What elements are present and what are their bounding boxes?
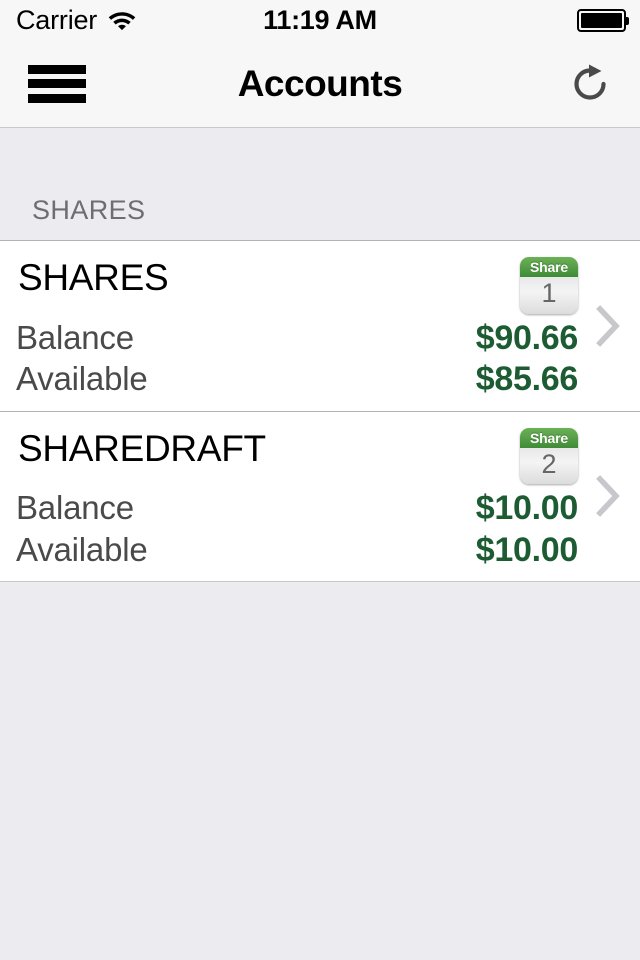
table-row[interactable]: SHARES Share 1 Balance $90.66 Available …: [0, 241, 640, 411]
page-title: Accounts: [237, 63, 403, 104]
status-bar-time: 11:19 AM: [263, 4, 377, 35]
balance-amount: $10.00: [475, 489, 579, 528]
account-header: SHAREDRAFT Share 2: [16, 426, 578, 485]
account-list: SHARES Share 1 Balance $90.66 Available …: [0, 241, 640, 583]
account-header: SHARES Share 1: [16, 255, 578, 314]
account-type-badge: Share 1: [520, 257, 578, 314]
chevron-right-icon[interactable]: [596, 475, 622, 518]
section-header-shares: SHARES: [0, 128, 640, 241]
battery-full-icon: [577, 8, 629, 32]
badge-number-label: 1: [520, 277, 578, 314]
menu-line-middle: [28, 79, 86, 88]
accounts-screen: Carrier 11:19 AM Accounts SHARES SHARES …: [0, 0, 640, 960]
available-label: Available: [16, 360, 148, 398]
badge-type-label: Share: [520, 257, 578, 277]
status-bar-right: [577, 8, 629, 32]
account-balances: Balance $10.00 Available $10.00: [16, 488, 578, 571]
account-name: SHARES: [18, 257, 169, 298]
balance-label: Balance: [16, 318, 134, 356]
available-line: Available $85.66: [16, 359, 578, 400]
chevron-right-icon[interactable]: [596, 304, 622, 347]
available-amount: $10.00: [475, 530, 579, 569]
account-name: SHAREDRAFT: [18, 427, 266, 469]
balance-line: Balance $10.00: [16, 488, 578, 529]
balance-line: Balance $90.66: [16, 318, 578, 359]
menu-line-bottom: [28, 93, 86, 103]
balance-amount: $90.66: [475, 318, 579, 357]
hamburger-menu-icon[interactable]: [28, 64, 86, 103]
available-label: Available: [16, 530, 148, 568]
navigation-bar: Accounts: [0, 40, 640, 128]
badge-type-label: Share: [520, 427, 578, 448]
status-bar: Carrier 11:19 AM: [0, 0, 640, 40]
refresh-icon[interactable]: [566, 60, 614, 108]
menu-line-top: [28, 64, 86, 74]
available-line: Available $10.00: [16, 530, 578, 571]
balance-label: Balance: [16, 489, 134, 527]
available-amount: $85.66: [475, 360, 579, 399]
badge-number-label: 2: [520, 447, 578, 485]
empty-content-area: [0, 582, 640, 960]
account-balances: Balance $90.66 Available $85.66: [16, 318, 578, 401]
account-type-badge: Share 2: [520, 427, 578, 485]
table-row[interactable]: SHAREDRAFT Share 2 Balance $10.00 Availa…: [0, 410, 640, 583]
section-header-label: SHARES: [32, 195, 146, 225]
